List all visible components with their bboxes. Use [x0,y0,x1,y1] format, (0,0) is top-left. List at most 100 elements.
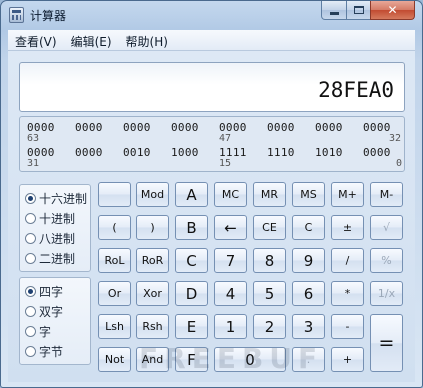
digit-6-button[interactable]: 6 [292,281,325,306]
radio-hex[interactable]: 十六进制 [20,188,90,208]
sqrt-button[interactable]: √ [370,215,403,240]
radio-label: 字 [39,324,52,339]
memory-add-button[interactable]: M+ [331,182,364,207]
bit-group: 0000 [171,121,199,134]
negate-button[interactable]: ± [331,215,364,240]
digit-7-button[interactable]: 7 [214,248,247,273]
title-bar[interactable]: 计算器 ✕ [1,1,422,29]
bit-group: 1010 [315,146,343,159]
watermark: FREEBUF [139,342,324,375]
clear-entry-button[interactable]: CE [253,215,286,240]
clear-button[interactable]: C [292,215,325,240]
minimize-icon [329,11,339,15]
display-value: 28FEA0 [318,78,394,102]
radio-icon [25,232,36,244]
hex-e-button[interactable]: E [175,314,208,339]
calculator-icon [9,7,24,23]
close-button[interactable]: ✕ [370,1,415,20]
radio-label: 字节 [39,344,64,359]
bit-group: 0000 [75,121,103,134]
radio-icon [25,212,36,224]
memory-recall-button[interactable]: MR [253,182,286,207]
bit-group: 0000 [75,146,103,159]
radio-label: 二进制 [39,251,76,266]
bit-group: 0000 [363,121,391,134]
digit-2-button[interactable]: 2 [253,314,286,339]
blank-button[interactable] [98,182,131,207]
backspace-button[interactable]: ← [214,215,247,240]
radio-word[interactable]: 字 [20,321,90,341]
divide-button[interactable]: / [331,248,364,273]
radio-dword[interactable]: 双字 [20,301,90,321]
hex-b-button[interactable]: B [175,215,208,240]
maximize-icon [353,6,364,14]
radio-byte[interactable]: 字节 [20,341,90,361]
digit-4-button[interactable]: 4 [214,281,247,306]
digit-5-button[interactable]: 5 [253,281,286,306]
menu-view[interactable]: 查看(V) [8,30,64,50]
radio-label: 十进制 [39,211,76,226]
menu-bar: 查看(V) 编辑(E) 帮助(H) [8,30,415,51]
mod-button[interactable]: Mod [136,182,169,207]
rotate-left-button[interactable]: RoL [98,248,131,273]
not-button[interactable]: Not [98,347,131,372]
multiply-button[interactable]: * [331,281,364,306]
digit-8-button[interactable]: 8 [253,248,286,273]
radio-label: 四字 [39,284,64,299]
bit-group: 1110 [267,146,295,159]
right-shift-button[interactable]: Rsh [136,314,169,339]
close-paren-button[interactable]: ) [136,215,169,240]
radio-selected-icon [25,192,36,204]
radio-icon [25,345,36,357]
menu-help[interactable]: 帮助(H) [119,30,175,50]
open-paren-button[interactable]: ( [98,215,131,240]
radio-icon [25,252,36,264]
memory-clear-button[interactable]: MC [214,182,247,207]
memory-store-button[interactable]: MS [292,182,325,207]
radio-oct[interactable]: 八进制 [20,228,90,248]
radio-label: 八进制 [39,231,76,246]
close-icon: ✕ [387,3,398,17]
bit-group: 0010 [123,146,151,159]
maximize-button[interactable] [346,1,371,20]
bit-position-label: 47 [219,133,232,144]
word-size-group: 四字 双字 字 字节 [19,277,91,365]
percent-button[interactable]: % [370,248,403,273]
bit-position-label: 31 [27,158,40,169]
bit-position-label: 0 [396,158,403,169]
radio-dec[interactable]: 十进制 [20,208,90,228]
radio-icon [25,305,36,317]
xor-button[interactable]: Xor [136,281,169,306]
hex-a-button[interactable]: A [175,182,208,207]
calculator-body: 28FEA0 0000 0000 0000 0000 0000 0000 000… [8,51,415,382]
digit-3-button[interactable]: 3 [292,314,325,339]
subtract-button[interactable]: - [331,314,364,339]
bit-position-label: 15 [219,158,232,169]
calculator-window: 计算器 ✕ 查看(V) 编辑(E) 帮助(H) 28FEA0 0000 0000… [0,0,423,388]
hex-d-button[interactable]: D [175,281,208,306]
digit-9-button[interactable]: 9 [292,248,325,273]
bit-group: 1000 [171,146,199,159]
digit-1-button[interactable]: 1 [214,314,247,339]
minimize-button[interactable] [321,1,347,20]
radio-bin[interactable]: 二进制 [20,248,90,268]
memory-subtract-button[interactable]: M- [370,182,403,207]
add-button[interactable]: + [331,347,364,372]
window-title: 计算器 [30,9,67,23]
rotate-right-button[interactable]: RoR [136,248,169,273]
or-button[interactable]: Or [98,281,131,306]
bit-position-label: 32 [389,133,402,144]
hex-c-button[interactable]: C [175,248,208,273]
bit-group: 0000 [315,121,343,134]
reciprocal-button[interactable]: 1/x [370,281,403,306]
radio-icon [25,325,36,337]
bit-group: 0000 [267,121,295,134]
radio-qword[interactable]: 四字 [20,281,90,301]
menu-edit[interactable]: 编辑(E) [64,30,119,50]
bit-position-label: 63 [27,133,40,144]
equals-button[interactable]: = [370,314,403,372]
left-shift-button[interactable]: Lsh [98,314,131,339]
bit-group: 0000 [363,146,391,159]
bit-group: 0000 [123,121,151,134]
result-display: 28FEA0 [19,62,405,112]
